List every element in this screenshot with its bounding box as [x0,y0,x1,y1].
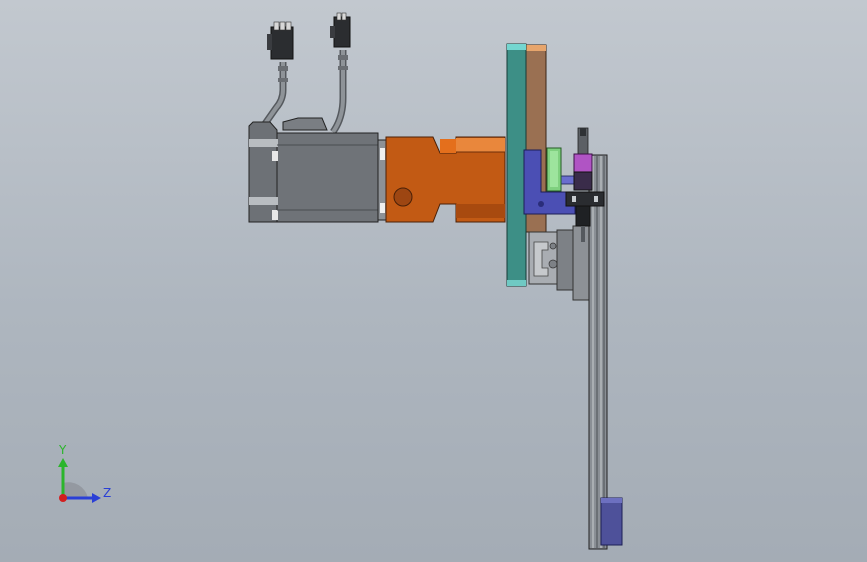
coordinate-triad: Y Z [40,438,130,518]
cad-viewport[interactable]: Y Z [0,0,867,562]
x-axis-dot [59,494,67,502]
assembly-model[interactable] [0,0,867,562]
power-connector [267,21,294,60]
servo-motor [248,117,387,223]
encoder-connector [330,12,351,48]
gearbox [385,136,506,223]
mounting-plate-front [506,43,527,287]
rail-end-block [600,497,623,546]
z-axis-label: Z [103,486,112,500]
linear-rail [588,154,608,550]
triad-axes [58,458,101,503]
sensor-block-green [546,147,562,192]
y-axis-label: Y [59,443,67,457]
